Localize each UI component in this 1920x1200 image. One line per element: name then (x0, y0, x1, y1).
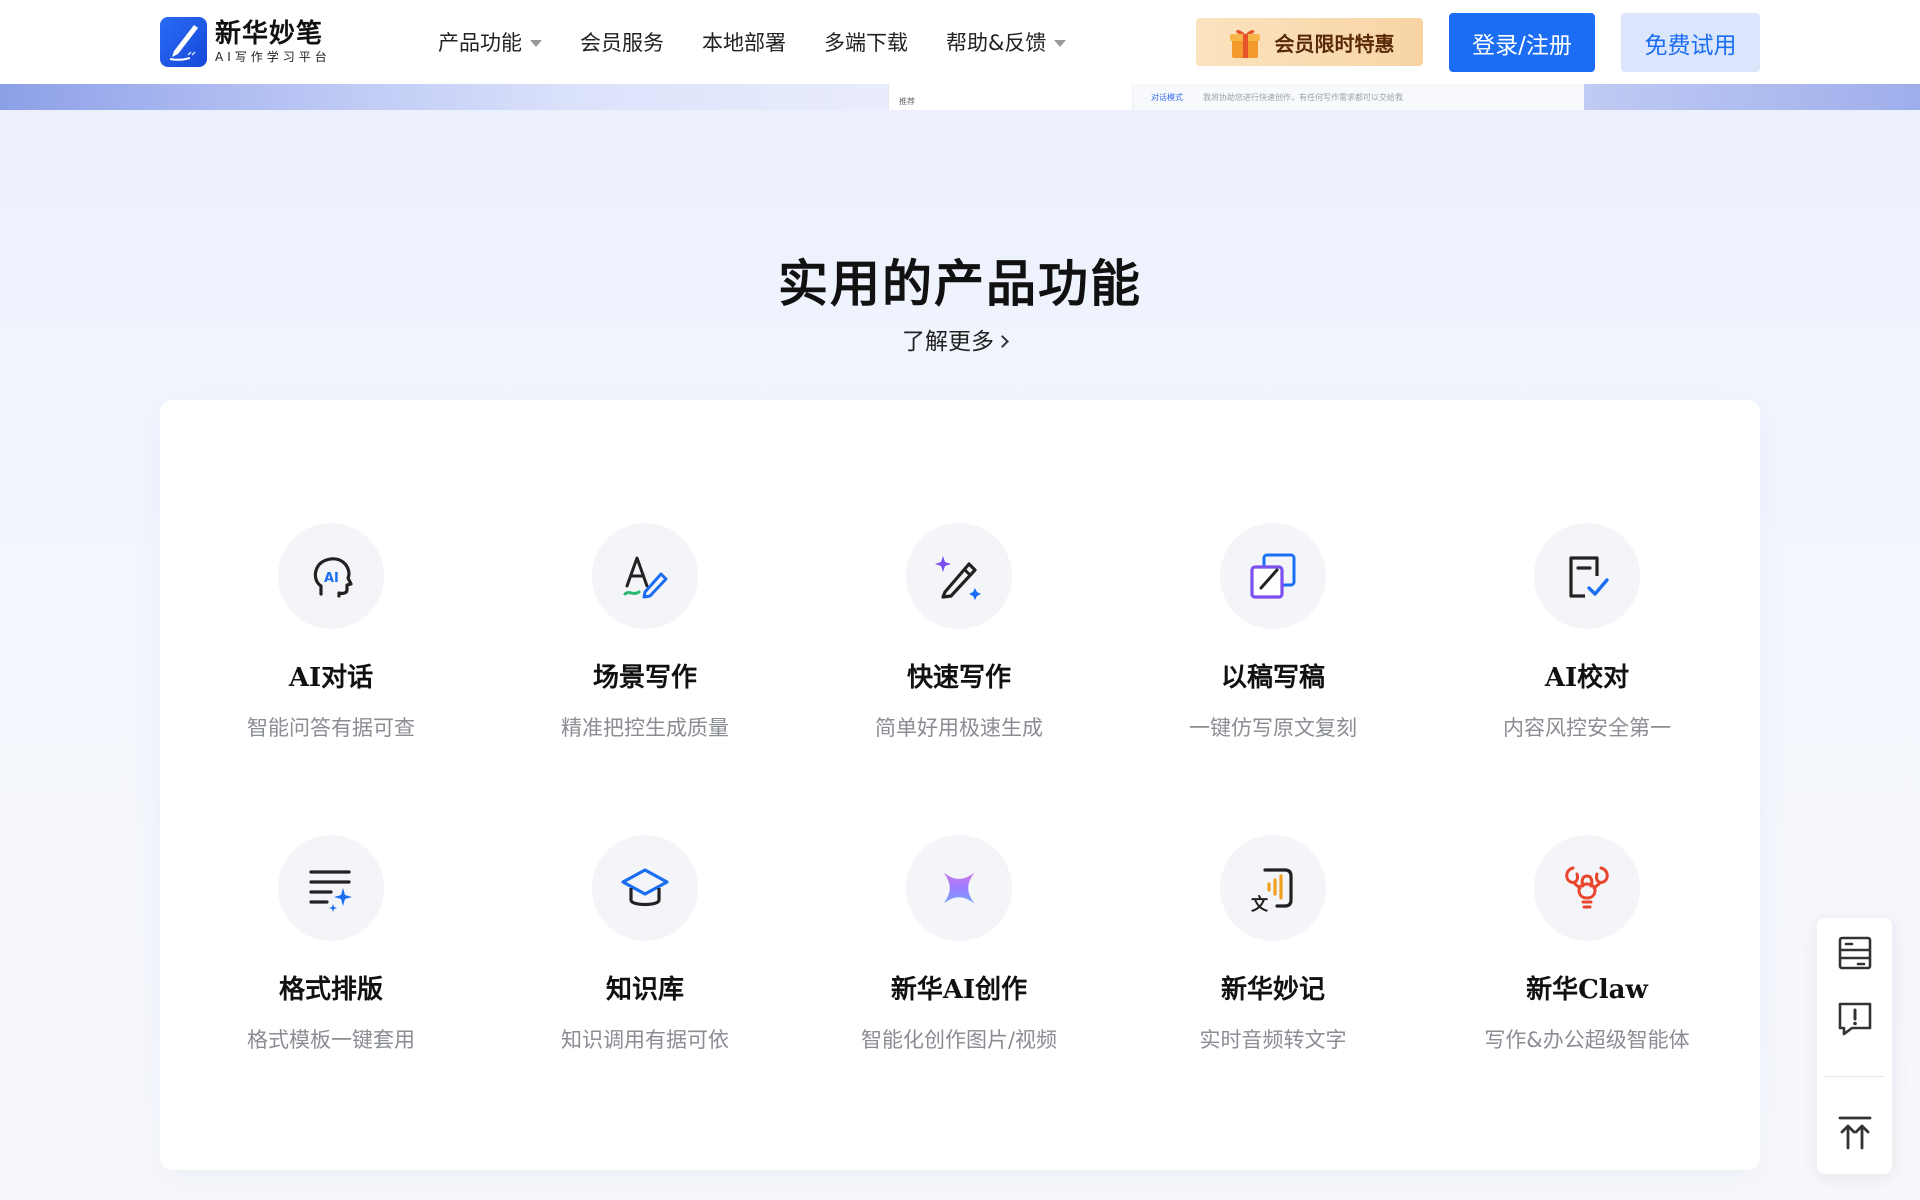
feature-name: 新华AI创作 (890, 975, 1028, 1005)
copy-edit-icon (1250, 553, 1296, 599)
feature-icon-circle: 文 (1220, 835, 1326, 941)
feature-name: AI校对 (1544, 663, 1630, 693)
nav-label: 本地部署 (702, 31, 786, 55)
feature-desc: 实时音频转文字 (1199, 1028, 1347, 1052)
lobster-claw-icon (1565, 866, 1609, 909)
top-header: 新华妙笔 AI写作学习平台 产品功能 会员服务 本地部署 多端下载 帮助&反馈 (0, 0, 1920, 84)
member-promo-button[interactable]: 会员限时特惠 (1196, 18, 1423, 66)
feature-icon-circle (592, 523, 698, 629)
preview-sidebar: 推荐 (889, 84, 1133, 110)
feature-desc: 内容风控安全第一 (1503, 716, 1671, 740)
learn-more-link[interactable]: 了解更多 (902, 322, 1009, 356)
preview-hint-text: 我将协助您进行快速创作，有任何写作需求都可以交给我 (1203, 93, 1403, 102)
feature-desc: 一键仿写原文复刻 (1189, 716, 1357, 740)
feature-desc: 写作&办公超级智能体 (1484, 1028, 1690, 1052)
nav-label: 产品功能 (438, 31, 522, 55)
feature-desc: 精准把控生成质量 (561, 716, 729, 740)
feature-icon-circle (906, 523, 1012, 629)
feature-ai-proofread[interactable]: AI校对 内容风控安全第一 (1430, 523, 1744, 742)
feature-knowledge-base[interactable]: 知识库 知识调用有据可依 (488, 835, 802, 1054)
nav-label: 多端下载 (824, 31, 908, 55)
preview-mode-text: 对话模式 (1151, 93, 1183, 102)
feature-xinhua-claw[interactable]: 新华Claw 写作&办公超级智能体 (1430, 835, 1744, 1054)
features-card: AI AI对话 智能问答有据可查 场景写作 精准把控生成质量 快速写作 简单好用… (160, 400, 1760, 1170)
feature-imitation-writing[interactable]: 以稿写稿 一键仿写原文复刻 (1116, 523, 1430, 742)
back-to-top-icon[interactable] (1836, 1114, 1874, 1152)
gift-icon (1229, 29, 1260, 58)
logo-pen-icon (160, 17, 207, 67)
feedback-icon[interactable] (1836, 1000, 1874, 1038)
free-trial-button[interactable]: 免费试用 (1621, 13, 1760, 72)
feature-xinhua-notes[interactable]: 文 新华妙记 实时音频转文字 (1116, 835, 1430, 1054)
feature-desc: 知识调用有据可依 (561, 1028, 729, 1052)
nav-label: 帮助&反馈 (946, 31, 1047, 55)
magic-pen-icon (935, 556, 981, 600)
sparkle-star-icon (943, 872, 975, 904)
chevron-right-icon (996, 334, 1009, 348)
feature-desc: 智能问答有据可查 (247, 716, 415, 740)
feature-desc: 智能化创作图片/视频 (860, 1028, 1058, 1052)
format-layout-icon (309, 870, 352, 912)
feature-icon-circle (1534, 523, 1640, 629)
nav-item-download[interactable]: 多端下载 (824, 27, 908, 57)
feature-icon-circle (906, 835, 1012, 941)
graduation-cap-icon (621, 868, 669, 907)
ai-chat-head-icon: AI (313, 557, 353, 598)
login-register-button[interactable]: 登录/注册 (1449, 13, 1595, 72)
feature-name: AI对话 (288, 663, 374, 693)
logo-subtitle: AI写作学习平台 (215, 50, 331, 64)
main-nav: 产品功能 会员服务 本地部署 多端下载 帮助&反馈 (438, 0, 1067, 84)
nav-item-membership[interactable]: 会员服务 (580, 27, 664, 57)
proofread-icon (1569, 556, 1609, 598)
feature-icon-circle (1534, 835, 1640, 941)
hero-app-preview: 推荐 对话模式 我将协助您进行快速创作，有任何写作需求都可以交给我 (888, 84, 1584, 110)
svg-text:AI: AI (324, 571, 339, 586)
feature-name: 场景写作 (592, 663, 697, 693)
feature-scene-writing[interactable]: 场景写作 精准把控生成质量 (488, 523, 802, 742)
feature-icon-circle (592, 835, 698, 941)
feature-icon-circle: AI (278, 523, 384, 629)
logo-title: 新华妙笔 (215, 19, 324, 49)
svg-text:文: 文 (1251, 894, 1269, 914)
feature-xinhua-ai-creation[interactable]: 新华AI创作 智能化创作图片/视频 (802, 835, 1116, 1054)
preview-side-text: 推荐 (899, 97, 915, 106)
logo[interactable]: 新华妙笔 AI写作学习平台 (160, 17, 331, 67)
nav-item-product-features[interactable]: 产品功能 (438, 27, 542, 57)
caret-down-icon (1054, 39, 1067, 47)
nav-item-help-feedback[interactable]: 帮助&反馈 (946, 27, 1067, 57)
feature-format-layout[interactable]: 格式排版 格式模板一键套用 (174, 835, 488, 1054)
feature-name: 以稿写稿 (1220, 663, 1325, 693)
feature-icon-circle (1220, 523, 1326, 629)
feature-name: 知识库 (605, 975, 684, 1005)
caret-down-icon (530, 39, 542, 47)
promo-label: 会员限时特惠 (1274, 31, 1395, 56)
section-title: 实用的产品功能 (778, 255, 1142, 313)
feature-icon-circle (278, 835, 384, 941)
nav-label: 会员服务 (580, 31, 664, 55)
feature-name: 新华Claw (1526, 975, 1648, 1005)
learn-more-label: 了解更多 (902, 329, 994, 355)
feature-ai-chat[interactable]: AI AI对话 智能问答有据可查 (174, 523, 488, 742)
layout-panel-icon[interactable] (1836, 934, 1874, 972)
floating-toolbar (1817, 918, 1892, 1174)
feature-desc: 格式模板一键套用 (247, 1028, 415, 1052)
feature-desc: 简单好用极速生成 (875, 716, 1043, 740)
toolbar-divider (1825, 1076, 1884, 1077)
feature-name: 格式排版 (278, 975, 383, 1005)
feature-quick-writing[interactable]: 快速写作 简单好用极速生成 (802, 523, 1116, 742)
scene-writing-icon (623, 556, 668, 599)
feature-name: 新华妙记 (1220, 975, 1325, 1005)
audio-transcribe-icon: 文 (1251, 868, 1293, 914)
nav-item-local-deploy[interactable]: 本地部署 (702, 27, 786, 57)
feature-name: 快速写作 (906, 663, 1011, 693)
